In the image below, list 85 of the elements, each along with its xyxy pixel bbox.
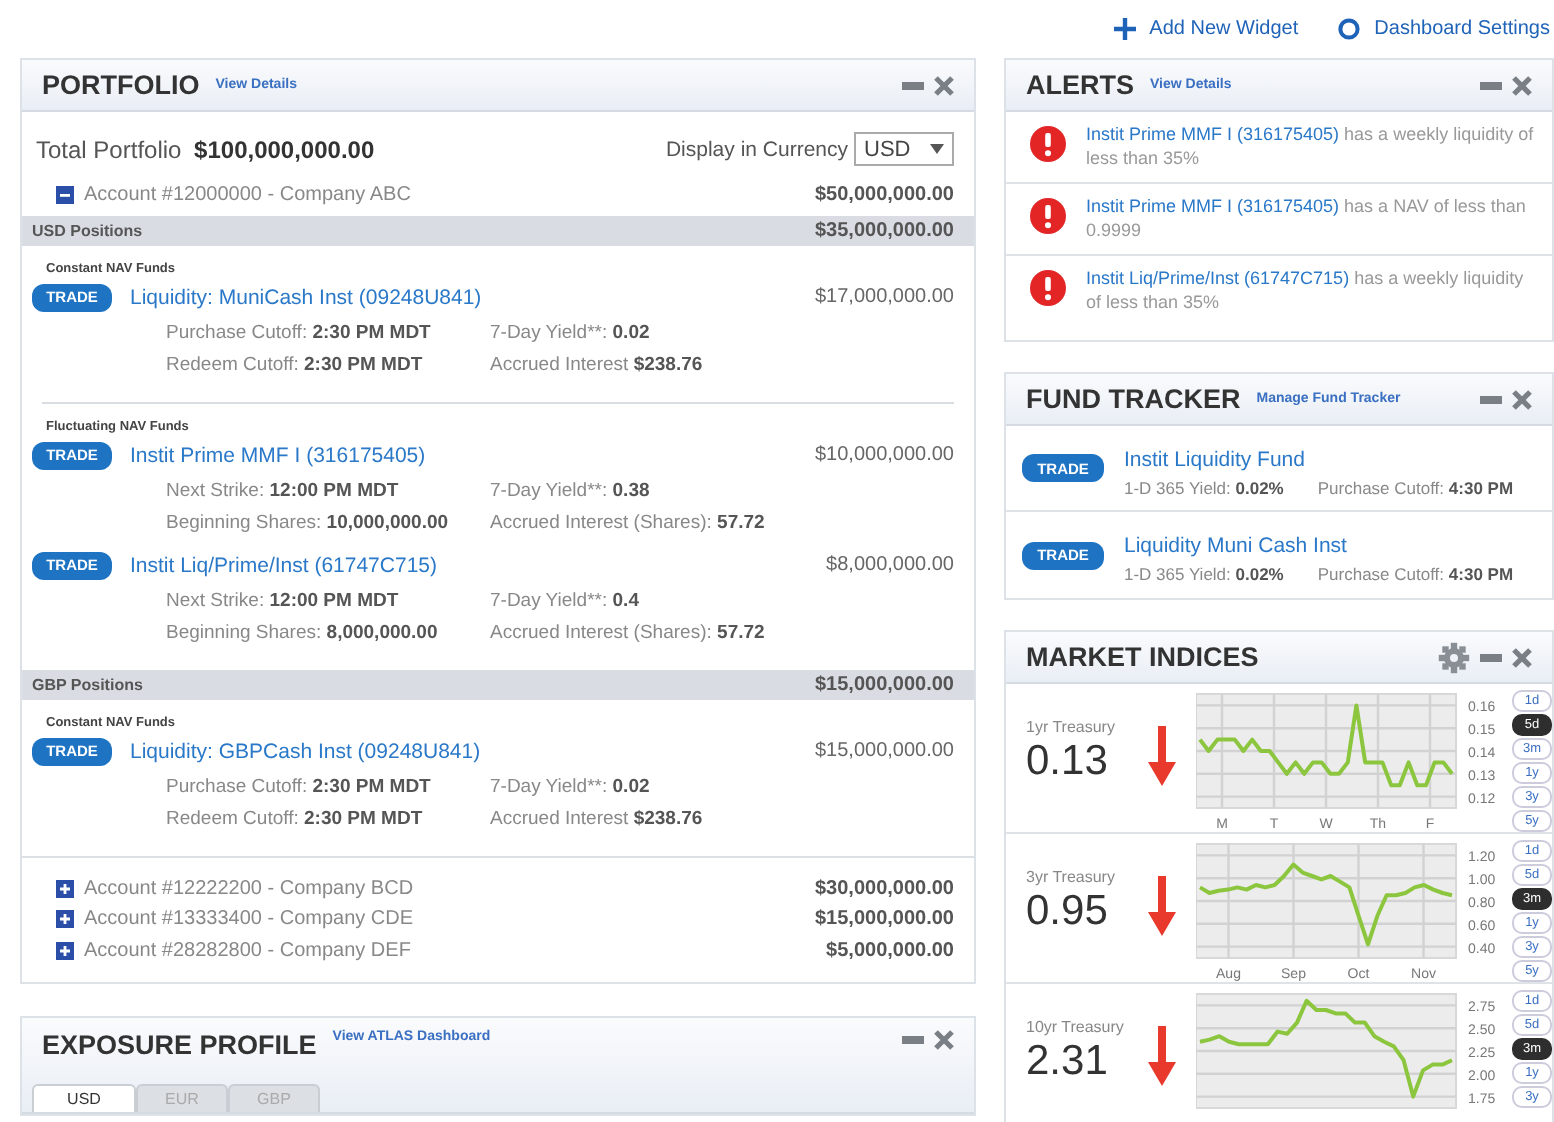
fund-link[interactable]: Instit Liq/Prime/Inst (61747C715) [1086, 268, 1350, 288]
caret-icon [930, 144, 944, 154]
detail-text: 7-Day Yield**: 0.38 [490, 479, 652, 501]
fund-link[interactable]: Instit Liq/Prime/Inst (61747C715) [130, 553, 437, 577]
fund-amount: $10,000,000.00 [814, 444, 954, 466]
total-text: Total Portfolio $100,000,000.00 [36, 135, 375, 163]
toolbar-link[interactable]: Dashboard Settings [1338, 18, 1550, 40]
detail-text: Accrued Interest (Shares): 57.72 [490, 621, 767, 643]
index-value: 0.13 [1026, 738, 1110, 786]
fund-link[interactable]: Instit Prime MMF I (316175405) [1086, 196, 1340, 216]
index-value: 0.95 [1026, 888, 1110, 936]
expand-icon[interactable] [56, 941, 74, 960]
detail-text: Redeem Cutoff: 2:30 PM MDT [166, 807, 425, 829]
account-name: Account #28282800 - Company DEF [84, 939, 411, 962]
detail-text: Accrued Interest (Shares): 57.72 [490, 511, 767, 533]
band-label: USD Positions [32, 221, 143, 239]
fund-link[interactable]: Instit Prime MMF I (316175405) [1086, 124, 1340, 144]
expand-icon[interactable] [56, 910, 74, 929]
minimize-icon[interactable] [902, 81, 924, 89]
detail-text: 7-Day Yield**: 0.4 [490, 589, 641, 611]
detail-text: Beginning Shares: 10,000,000.00 [166, 511, 451, 533]
toolbar-link[interactable]: Add New Widget [1113, 18, 1299, 40]
currency-select[interactable]: USD [854, 132, 954, 166]
account-name: Account #13333400 - Company CDE [84, 908, 414, 931]
index-value: 2.31 [1026, 1038, 1110, 1086]
fund-amount: $17,000,000.00 [814, 286, 954, 308]
fund-link[interactable]: Instit Liquidity Fund [1124, 447, 1305, 471]
panel-title: ALERTS [1026, 70, 1134, 100]
fund-link[interactable]: Liquidity: GBPCash Inst (09248U841) [130, 739, 481, 763]
index-label: 1yr Treasury [1026, 718, 1117, 736]
panel-title: EXPOSURE PROFILE [42, 1030, 317, 1060]
account-amount: $15,000,000.00 [814, 908, 954, 931]
fund-amount: $8,000,000.00 [826, 554, 954, 576]
alert-message: Instit Prime MMF I (316175405) has a weekly liquidity of less than 35% [1086, 122, 1536, 170]
circle-icon [1338, 18, 1361, 40]
plus-icon [1113, 18, 1136, 40]
alert-icon [1030, 198, 1066, 234]
detail-text: 7-Day Yield**: 0.02 [490, 321, 652, 343]
account-amount: $5,000,000.00 [826, 939, 954, 962]
band-amount: $15,000,000.00 [814, 673, 954, 695]
minimize-icon[interactable] [1480, 395, 1502, 403]
close-icon[interactable] [934, 75, 954, 95]
detail-text: Purchase Cutoff: 2:30 PM MDT [166, 321, 433, 343]
collapse-icon[interactable] [56, 186, 74, 205]
panel-title: PORTFOLIO [42, 70, 200, 100]
currency-tab[interactable]: USD [32, 1084, 136, 1112]
minimize-icon[interactable] [1480, 653, 1502, 661]
alert-message: Instit Liq/Prime/Inst (61747C715) has a weekly liquidity of less than 35% [1086, 266, 1526, 314]
band-amount: $35,000,000.00 [814, 219, 954, 241]
close-icon[interactable] [1512, 647, 1532, 667]
panel-title: FUND TRACKER [1026, 384, 1241, 414]
expand-icon[interactable] [56, 879, 74, 898]
detail-text: 1-D 365 Yield: 0.02% [1124, 564, 1284, 584]
close-icon[interactable] [1512, 75, 1532, 95]
detail-text: 1-D 365 Yield: 0.02% [1124, 477, 1284, 497]
detail-text: Next Strike: 12:00 PM MDT [166, 479, 401, 501]
index-label: 10yr Treasury [1026, 1018, 1126, 1036]
alert-icon [1030, 270, 1066, 306]
fund-link[interactable]: Liquidity Muni Cash Inst [1124, 534, 1347, 558]
detail-text: Purchase Cutoff: 4:30 PM [1317, 564, 1514, 584]
panel-title: MARKET INDICES [1026, 642, 1259, 672]
fund-amount: $15,000,000.00 [814, 740, 954, 762]
settings-icon[interactable] [1438, 641, 1470, 673]
minimize-icon[interactable] [1480, 81, 1502, 89]
account-amount: $30,000,000.00 [814, 877, 954, 900]
close-icon[interactable] [1512, 389, 1532, 409]
alert-icon [1030, 126, 1066, 162]
detail-text: Redeem Cutoff: 2:30 PM MDT [166, 353, 425, 375]
close-icon[interactable] [934, 1030, 954, 1050]
band-label: GBP Positions [32, 675, 143, 693]
fund-link[interactable]: Instit Prime MMF I (316175405) [130, 443, 426, 467]
currency-label: Display in Currency [665, 137, 848, 161]
account-name: Account #12222200 - Company BCD [84, 877, 414, 900]
detail-text: Next Strike: 12:00 PM MDT [166, 589, 401, 611]
alert-message: Instit Prime MMF I (316175405) has a NAV of less than 0.9999 [1086, 194, 1528, 242]
detail-text: Beginning Shares: 8,000,000.00 [166, 621, 440, 643]
detail-text: Accrued Interest $238.76 [490, 353, 705, 375]
fund-link[interactable]: Liquidity: MuniCash Inst (09248U841) [130, 285, 482, 309]
detail-text: Accrued Interest $238.76 [490, 807, 705, 829]
account-amount: $50,000,000.00 [814, 184, 954, 207]
detail-text: 7-Day Yield**: 0.02 [490, 775, 652, 797]
index-label: 3yr Treasury [1026, 868, 1117, 886]
account-name: Account #12000000 - Company ABC [84, 184, 411, 207]
detail-text: Purchase Cutoff: 2:30 PM MDT [166, 775, 433, 797]
detail-text: Purchase Cutoff: 4:30 PM [1317, 477, 1514, 497]
